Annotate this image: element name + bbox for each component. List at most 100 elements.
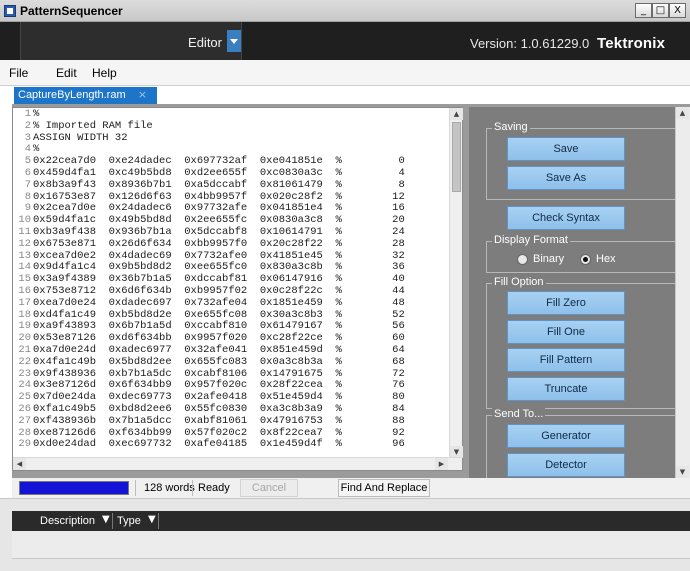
word-count: 128 words bbox=[144, 482, 195, 494]
column-divider bbox=[158, 513, 159, 529]
fill-zero-button[interactable]: Fill Zero bbox=[507, 291, 625, 315]
menu-edit[interactable]: Edit bbox=[56, 66, 77, 80]
view-selector[interactable]: Editor bbox=[20, 22, 242, 60]
line-number: 6 bbox=[24, 166, 31, 179]
scroll-thumb[interactable] bbox=[452, 122, 461, 192]
line-number: 16 bbox=[18, 284, 31, 297]
window-title: PatternSequencer bbox=[20, 4, 123, 18]
code-lines[interactable]: 1% 2% Imported RAM file 3 ASSIGN WIDTH 32 4%… bbox=[13, 108, 450, 458]
line-text: 0xfa1c49b5 0xbd8d2ee6 0x55fc0830 0xa3c8b… bbox=[33, 402, 405, 415]
minimize-button[interactable]: _ bbox=[635, 3, 652, 18]
status-text: Ready bbox=[198, 482, 230, 494]
vertical-scrollbar[interactable]: ▲ ▼ bbox=[449, 108, 463, 458]
filter-icon[interactable]: ▼ bbox=[102, 514, 110, 525]
line-text: 0x16753e87 0x126d6f63 0x4bb9957f 0x020c2… bbox=[33, 190, 405, 203]
save-as-button[interactable]: Save As bbox=[507, 166, 625, 190]
display-format-title: Display Format bbox=[492, 234, 570, 246]
line-text: 0x2cea7d0e 0x24dadec6 0x97732afe 0x04185… bbox=[33, 202, 405, 215]
bottom-panel: Description ▼ Type ▼ bbox=[0, 498, 690, 571]
menu-help[interactable]: Help bbox=[92, 66, 117, 80]
grid-header: Description ▼ Type ▼ bbox=[12, 511, 690, 531]
close-button[interactable]: X bbox=[669, 3, 686, 18]
status-divider bbox=[135, 480, 136, 496]
line-number: 22 bbox=[18, 355, 31, 368]
line-text: 0xe87126d6 0xf634bb99 0x57f020c2 0x8f22c… bbox=[33, 426, 405, 439]
generator-button[interactable]: Generator bbox=[507, 424, 625, 448]
panel-scroll-down-icon[interactable]: ▼ bbox=[676, 466, 689, 478]
panel-scroll-up-icon[interactable]: ▲ bbox=[676, 107, 689, 119]
line-text: 0x8b3a9f43 0x8936b7b1 0xa5dccabf 0x81061… bbox=[33, 178, 405, 191]
column-description[interactable]: Description bbox=[40, 515, 95, 527]
code-editor[interactable]: 1% 2% Imported RAM file 3 ASSIGN WIDTH 32 4%… bbox=[12, 107, 463, 471]
line-text: 0x3e87126d 0x6f634bb9 0x957f020c 0x28f22… bbox=[33, 379, 405, 392]
cancel-button[interactable]: Cancel bbox=[240, 479, 298, 497]
fill-one-button[interactable]: Fill One bbox=[507, 320, 625, 344]
code-line[interactable]: 3 ASSIGN WIDTH 32 bbox=[13, 131, 450, 145]
hex-radio[interactable]: Hex bbox=[580, 253, 616, 265]
line-text: % bbox=[33, 108, 40, 120]
line-text: 0xa9f43893 0x6b7b1a5d 0xccabf810 0x61479… bbox=[33, 320, 405, 333]
title-bar: PatternSequencer _ □ X bbox=[0, 0, 690, 22]
column-type[interactable]: Type bbox=[117, 515, 141, 527]
grid-body bbox=[12, 531, 690, 559]
line-text: ASSIGN WIDTH 32 bbox=[33, 131, 128, 144]
control-panel: Saving Save Save As Check Syntax Display… bbox=[469, 107, 676, 481]
status-divider bbox=[192, 480, 193, 496]
scroll-right-icon[interactable]: ▶ bbox=[435, 458, 448, 470]
line-number: 21 bbox=[18, 343, 31, 356]
line-text: 0x9d4fa1c4 0x9b5bd8d2 0xee655fc0 0x830a3… bbox=[33, 261, 405, 274]
line-number: 17 bbox=[18, 296, 31, 309]
app-icon bbox=[4, 5, 16, 17]
hex-label: Hex bbox=[596, 253, 616, 265]
detector-button[interactable]: Detector bbox=[507, 453, 625, 477]
line-number: 27 bbox=[18, 414, 31, 427]
brand-logo: Tektronix bbox=[597, 35, 666, 52]
fill-pattern-button[interactable]: Fill Pattern bbox=[507, 348, 625, 372]
code-line[interactable]: 29 0xd0e24dad 0xec697732 0xafe04185 0x1e4… bbox=[13, 438, 450, 451]
find-and-replace-button[interactable]: Find And Replace bbox=[338, 479, 430, 497]
menu-file[interactable]: File bbox=[9, 66, 28, 80]
line-text: 0x9f438936 0xb7b1a5dc 0xcabf8106 0x14791… bbox=[33, 367, 405, 380]
close-icon[interactable]: × bbox=[138, 88, 147, 101]
line-number: 11 bbox=[18, 225, 31, 238]
line-number: 26 bbox=[18, 402, 31, 415]
line-text: 0xd4fa1c49 0xb5bd8d2e 0xe655fc08 0x30a3c… bbox=[33, 308, 405, 321]
chevron-down-icon[interactable] bbox=[227, 30, 241, 52]
line-text: 0x4fa1c49b 0x5bd8d2ee 0x655fc083 0x0a3c8… bbox=[33, 355, 405, 368]
scroll-up-icon[interactable]: ▲ bbox=[450, 108, 463, 120]
tab-capture-file[interactable]: CaptureByLength.ram × bbox=[14, 87, 157, 104]
line-text: 0xd0e24dad 0xec697732 0xafe04185 0x1e459… bbox=[33, 438, 405, 451]
tab-strip: CaptureByLength.ram × bbox=[0, 86, 690, 104]
horizontal-scrollbar[interactable]: ◀ ▶ bbox=[13, 457, 462, 470]
scroll-left-icon[interactable]: ◀ bbox=[13, 458, 26, 470]
line-text: 0x6753e871 0x26d6f634 0xbb9957f0 0x20c28… bbox=[33, 237, 405, 250]
progress-bar bbox=[19, 481, 129, 495]
line-text: 0x59d4fa1c 0x49b5bd8d 0x2ee655fc 0x0830a… bbox=[33, 214, 405, 227]
line-text: 0x7d0e24da 0xdec69773 0x2afe0418 0x51e45… bbox=[33, 391, 405, 404]
panel-scrollbar[interactable]: ▲ ▼ bbox=[675, 107, 690, 478]
column-divider bbox=[112, 513, 113, 529]
status-bar: 128 words Ready Cancel Find And Replace bbox=[12, 478, 690, 498]
check-syntax-button[interactable]: Check Syntax bbox=[507, 206, 625, 230]
maximize-button[interactable]: □ bbox=[652, 3, 669, 18]
line-text: % bbox=[33, 143, 40, 156]
save-button[interactable]: Save bbox=[507, 137, 625, 161]
line-text: 0xa7d0e24d 0xadec6977 0x32afe041 0x851e4… bbox=[33, 343, 405, 356]
line-text: 0x22cea7d0 0xe24dadec 0x697732af 0xe0418… bbox=[33, 155, 405, 168]
radio-selected-icon bbox=[580, 253, 591, 265]
line-text: 0xea7d0e24 0xdadec697 0x732afe04 0x1851e… bbox=[33, 296, 405, 309]
filter-icon[interactable]: ▼ bbox=[148, 514, 156, 525]
view-label: Editor bbox=[188, 35, 222, 50]
line-text: 0x459d4fa1 0xc49b5bd8 0xd2ee655f 0xc0830… bbox=[33, 166, 405, 179]
line-text: 0xb3a9f438 0x936b7b1a 0x5dccabf8 0x10614… bbox=[33, 225, 405, 238]
truncate-button[interactable]: Truncate bbox=[507, 377, 625, 401]
line-number: 29 bbox=[18, 438, 31, 451]
binary-radio[interactable]: Binary bbox=[517, 253, 564, 265]
line-number: 7 bbox=[24, 178, 31, 191]
line-text: 0x753e8712 0x6d6f634b 0xb9957f02 0x0c28f… bbox=[33, 284, 405, 297]
line-number: 2 bbox=[24, 119, 31, 132]
line-text: % Imported RAM file bbox=[33, 119, 153, 132]
radio-unselected-icon bbox=[517, 253, 528, 265]
line-text: 0xf438936b 0x7b1a5dcc 0xabf81061 0x47916… bbox=[33, 414, 405, 427]
line-text: 0xcea7d0e2 0x4dadec69 0x7732afe0 0x41851… bbox=[33, 249, 405, 262]
